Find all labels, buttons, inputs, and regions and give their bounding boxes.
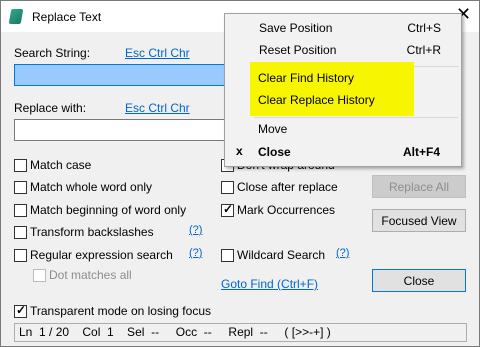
dot-matches-all-label: Dot matches all xyxy=(49,268,132,282)
replace-esc-ctrl-chr-link[interactable]: Esc Ctrl Chr xyxy=(125,101,190,115)
system-context-menu-overlay: Clear Find History Clear Replace History… xyxy=(224,13,462,167)
wildcard-label: Wildcard Search xyxy=(237,248,326,262)
focused-view-button[interactable]: Focused View xyxy=(372,209,466,232)
search-input[interactable] xyxy=(14,64,229,86)
menu-item-clear-replace-history[interactable]: Clear Replace History xyxy=(224,89,460,111)
search-label: Search String: xyxy=(14,46,91,60)
menu-item-mark: x xyxy=(236,144,243,158)
match-case-checkbox[interactable] xyxy=(14,159,27,172)
window-title: Replace Text xyxy=(32,10,102,24)
dot-matches-all-checkbox[interactable] xyxy=(33,269,46,282)
transparent-mode-checkbox[interactable] xyxy=(14,303,27,318)
wildcard-help-link[interactable]: (?) xyxy=(336,247,349,259)
goto-find-link[interactable]: Goto Find (Ctrl+F) xyxy=(221,277,318,291)
mark-occurrences-checkbox[interactable] xyxy=(221,202,234,217)
replace-label: Replace with: xyxy=(14,101,87,115)
match-beginning-label: Match beginning of word only xyxy=(30,203,187,217)
transform-backslashes-label: Transform backslashes xyxy=(30,225,154,239)
menu-item-label: Clear Replace History xyxy=(258,93,375,107)
search-esc-ctrl-chr-link[interactable]: Esc Ctrl Chr xyxy=(125,46,190,60)
match-case-label: Match case xyxy=(30,158,92,172)
replace-input[interactable] xyxy=(14,119,229,141)
menu-item-label: Clear Find History xyxy=(258,71,355,85)
app-icon xyxy=(8,9,24,24)
transform-backslashes-checkbox[interactable] xyxy=(14,226,27,239)
status-bar: Ln 1 / 20 Col 1 Sel -- Occ -- Repl -- ( … xyxy=(14,323,467,342)
menu-item-close[interactable]: x Close Alt+F4 xyxy=(224,141,460,163)
menu-item-move[interactable]: Move xyxy=(224,118,460,140)
transform-backslashes-help-link[interactable]: (?) xyxy=(189,224,202,236)
match-beginning-checkbox[interactable] xyxy=(14,204,27,217)
close-after-replace-checkbox[interactable] xyxy=(221,181,234,194)
menu-item-shortcut: Alt+F4 xyxy=(402,145,440,159)
match-whole-word-checkbox[interactable] xyxy=(14,181,27,194)
wildcard-checkbox[interactable] xyxy=(221,249,234,262)
menu-item-label: Move xyxy=(258,122,288,136)
replace-all-button[interactable]: Replace All xyxy=(372,175,466,198)
menu-item-clear-find-history[interactable]: Clear Find History xyxy=(224,67,460,89)
menu-item-label: Close xyxy=(258,145,291,159)
mark-occurrences-label: Mark Occurrences xyxy=(237,203,336,217)
regex-checkbox[interactable] xyxy=(14,249,27,262)
match-whole-word-label: Match whole word only xyxy=(30,180,153,194)
close-after-replace-label: Close after replace xyxy=(237,180,338,194)
regex-help-link[interactable]: (?) xyxy=(189,247,202,259)
transparent-mode-label: Transparent mode on losing focus xyxy=(30,304,211,318)
regex-label: Regular expression search xyxy=(30,248,173,262)
close-button[interactable]: Close xyxy=(372,269,466,292)
